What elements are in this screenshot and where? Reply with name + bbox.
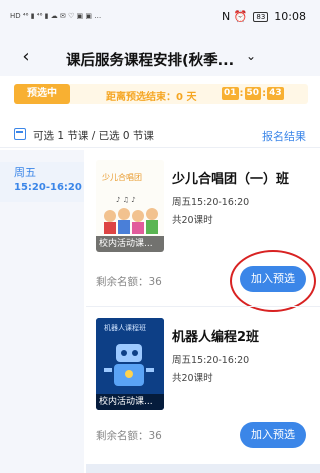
status-icons-left: HD ⁴⁶ ▮ ⁴⁶ ▮ ☁ ✉ ♡ ▣ ▣ … xyxy=(10,12,101,20)
chevron-down-icon[interactable]: ⌄ xyxy=(246,49,256,63)
highlight-annotation xyxy=(230,250,316,312)
selection-summary: 可选 1 节课 / 已选 0 节课 xyxy=(33,130,154,142)
results-link[interactable]: 报名结果 xyxy=(262,128,306,144)
svg-text:♪ ♫ ♪: ♪ ♫ ♪ xyxy=(116,196,136,204)
course-schedule: 周五15:20-16:20 xyxy=(172,197,250,208)
thumb-caption: 机器人课程班 xyxy=(104,323,146,332)
status-time: 10:08 xyxy=(274,10,306,23)
battery-icon: 83 xyxy=(253,11,269,22)
thumb-tag: 校内活动课... xyxy=(96,236,164,252)
page-title[interactable]: 课后服务课程安排(秋季... xyxy=(66,49,234,70)
countdown-seconds: 43 xyxy=(267,87,284,100)
remaining-seats: 剩余名额：36 xyxy=(96,430,162,442)
day-name: 周五 xyxy=(14,166,36,179)
join-preselect-button[interactable]: 加入预选 xyxy=(240,422,306,448)
course-hours: 共20课时 xyxy=(172,215,213,226)
countdown-minutes: 50 xyxy=(244,87,262,100)
status-left-glyphs: HD ⁴⁶ ▮ ⁴⁶ ▮ ☁ ✉ ♡ ▣ ▣ … xyxy=(10,12,102,20)
thumb-tag: 校内活动课... xyxy=(96,394,164,410)
phase-countdown-bar: 预选中 距离预选结束：0 天 01 : 50 : 43 xyxy=(14,84,308,104)
countdown-hours: 01 xyxy=(222,87,239,100)
course-name[interactable]: 少儿合唱团（一）班 xyxy=(172,168,289,187)
countdown-separator: : xyxy=(239,88,244,99)
status-icons-right: N ⏰ 83 10:08 xyxy=(222,10,306,23)
status-right-icons: N ⏰ xyxy=(221,10,248,23)
course-hours: 共20课时 xyxy=(172,373,213,384)
status-bar: HD ⁴⁶ ▮ ⁴⁶ ▮ ☁ ✉ ♡ ▣ ▣ … N ⏰ 83 10:08 xyxy=(0,0,320,40)
calendar-icon xyxy=(14,128,26,140)
countdown-timer: 01 : 50 : 43 xyxy=(222,87,284,100)
sidebar-item-friday[interactable]: 周五 15:20-16:20 xyxy=(0,162,84,202)
next-card-edge xyxy=(86,464,320,473)
course-thumbnail[interactable]: 少儿合唱团 ♪ ♫ ♪ 校内活动课... xyxy=(96,160,164,252)
phase-tag: 预选中 xyxy=(14,84,70,104)
course-card[interactable]: 机器人课程班 校内活动课... 机器人编程2班 周五15:20-16:20 共2… xyxy=(86,318,320,458)
selection-summary-bar: 可选 1 节课 / 已选 0 节课 报名结果 xyxy=(0,124,320,148)
remaining-seats: 剩余名额：36 xyxy=(96,276,162,288)
back-button[interactable]: ‹ xyxy=(14,46,38,70)
course-name[interactable]: 机器人编程2班 xyxy=(172,326,259,345)
course-schedule: 周五15:20-16:20 xyxy=(172,355,250,366)
course-thumbnail[interactable]: 机器人课程班 校内活动课... xyxy=(96,318,164,410)
countdown-label: 距离预选结束：0 天 xyxy=(106,92,197,103)
day-time: 15:20-16:20 xyxy=(14,182,82,193)
day-sidebar: 周五 15:20-16:20 xyxy=(0,150,84,473)
thumb-caption: 少儿合唱团 xyxy=(102,172,142,182)
countdown-separator: : xyxy=(262,88,267,99)
divider xyxy=(86,306,320,307)
nav-bar: ‹ 课后服务课程安排(秋季... ⌄ xyxy=(0,40,320,76)
